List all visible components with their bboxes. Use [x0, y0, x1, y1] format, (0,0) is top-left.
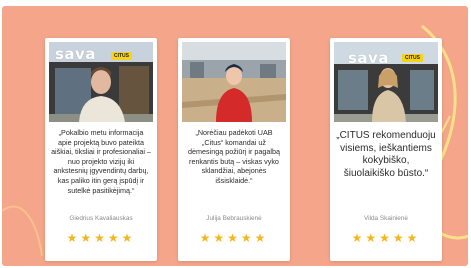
citus-tag: CITUS [111, 52, 132, 60]
testimonial-photo: sava CITUS [49, 42, 153, 122]
testimonial-quote: „CITUS rekomenduoju visiems, ieškantiems… [336, 130, 436, 179]
testimonial-author: Vilda Skainienė [364, 215, 408, 222]
testimonial-author: Julija Bebrauskienė [206, 215, 262, 222]
testimonial-photo: sava CITUS [334, 42, 438, 122]
testimonial-quote: „Pokalbio metu informacija apie projektą… [51, 128, 151, 195]
sava-logo: sava [55, 45, 96, 63]
citus-tag: CITUS [402, 54, 423, 62]
rating-stars: ★★★★★ [199, 231, 269, 245]
testimonial-card: sava CITUS „CITUS rekomenduoju visiems, … [330, 38, 442, 261]
testimonial-author: Giedrius Kavaliauskas [69, 215, 133, 222]
testimonials-banner: sava CITUS „Pokalbio metu informacija ap… [2, 6, 468, 266]
testimonial-quote: „Norėčiau padėkoti UAB „Citus“ komandai … [188, 128, 280, 185]
rating-stars: ★★★★★ [351, 231, 421, 245]
testimonial-card: „Norėčiau padėkoti UAB „Citus“ komandai … [178, 38, 290, 261]
testimonial-photo [182, 42, 286, 122]
sava-logo: sava [348, 49, 389, 67]
testimonial-card: sava CITUS „Pokalbio metu informacija ap… [45, 38, 157, 261]
rating-stars: ★★★★★ [66, 231, 136, 245]
